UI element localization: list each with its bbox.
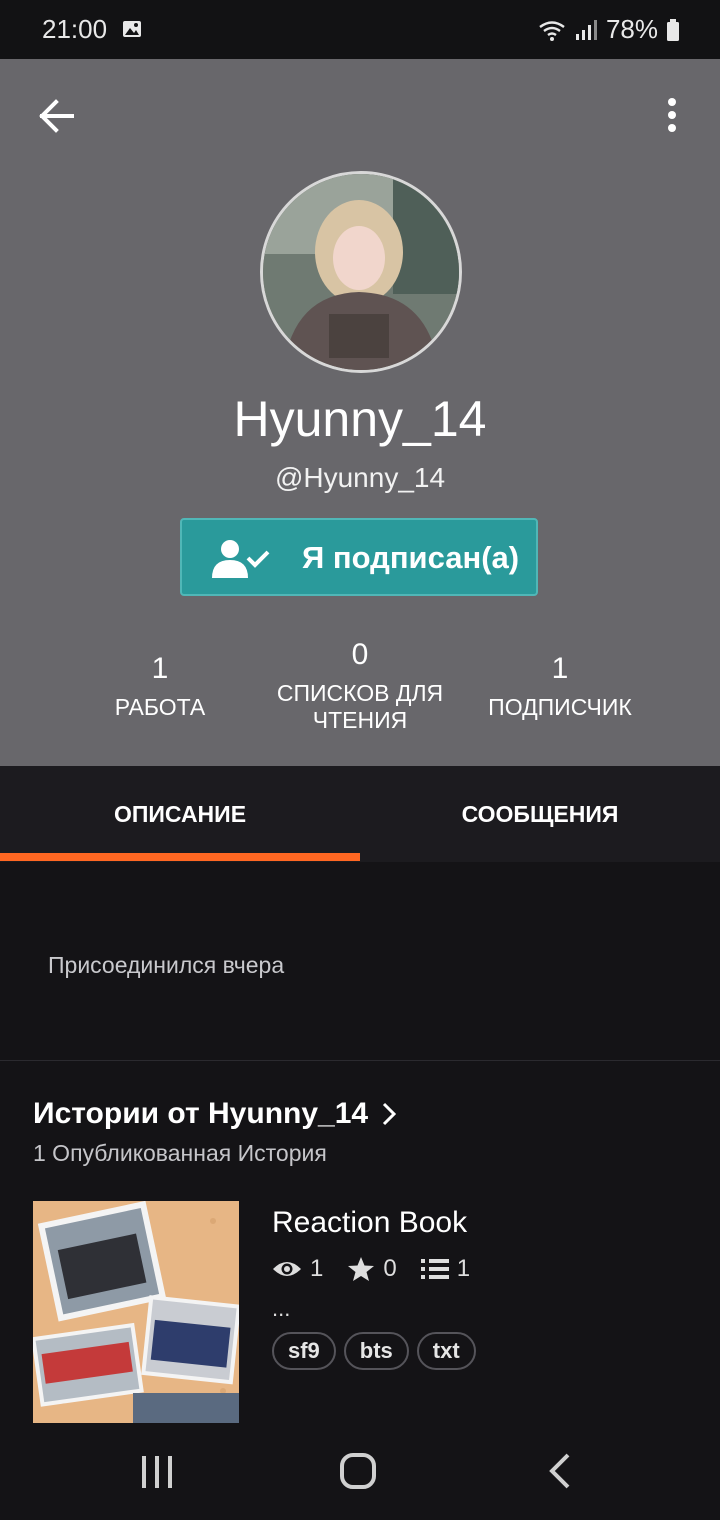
story-reads-count: 1	[310, 1255, 324, 1282]
profile-username: @Hyunny_14	[274, 462, 446, 493]
list-icon	[420, 1259, 449, 1279]
tab-messages[interactable]: СООБЩЕНИЯ	[360, 766, 720, 862]
stat-reading-lists-value: 0	[351, 638, 369, 671]
stat-reading-lists[interactable]: 0 СПИСКОВ ДЛЯ ЧТЕНИЯ	[260, 638, 460, 734]
status-bar: 21:00 78%	[0, 0, 720, 59]
nav-back-icon[interactable]	[546, 1452, 572, 1490]
tab-about[interactable]: ОПИСАНИЕ	[0, 766, 360, 862]
eye-icon	[273, 1262, 301, 1276]
stories-count: 1 Опубликованная История	[33, 1140, 327, 1166]
tag-chip[interactable]: sf9	[272, 1332, 336, 1370]
back-arrow-icon[interactable]	[36, 96, 80, 136]
story-title[interactable]: Reaction Book	[272, 1206, 467, 1240]
user-check-icon	[212, 540, 270, 578]
profile-display-name: Hyunny_14	[233, 391, 487, 447]
gallery-icon	[123, 21, 141, 37]
avatar	[260, 171, 462, 373]
recent-apps-icon[interactable]	[138, 1454, 176, 1490]
stories-title: Истории от Hyunny_14	[33, 1097, 369, 1130]
status-right: 78%	[538, 14, 680, 45]
stat-works[interactable]: 1 РАБОТА	[100, 652, 220, 721]
stat-followers[interactable]: 1 ПОДПИСЧИК	[470, 652, 650, 721]
story-cover[interactable]	[33, 1201, 239, 1423]
tag-chip[interactable]: bts	[343, 1332, 409, 1370]
status-time: 21:00	[42, 14, 108, 44]
following-button[interactable]: Я подписан(а)	[180, 518, 538, 596]
divider	[0, 1060, 720, 1061]
stat-reading-lists-label-1: СПИСКОВ ДЛЯ	[276, 680, 444, 706]
joined-text: Присоединился вчера	[48, 952, 285, 978]
stat-works-value: 1	[151, 652, 169, 685]
profile-stats: 1 РАБОТА 0 СПИСКОВ ДЛЯ ЧТЕНИЯ 1 ПОДПИСЧИ…	[0, 630, 720, 740]
stories-header[interactable]: Истории от Hyunny_14	[33, 1097, 397, 1131]
battery-percent: 78%	[605, 14, 658, 44]
story-parts-count: 1	[456, 1255, 471, 1282]
story-votes: 0	[347, 1255, 397, 1283]
stat-reading-lists-label-2: ЧТЕНИЯ	[312, 707, 408, 733]
story-reads: 1	[272, 1255, 323, 1283]
stat-followers-value: 1	[551, 652, 569, 685]
story-stats: 1 0 1	[272, 1255, 484, 1283]
active-tab-indicator	[0, 853, 360, 861]
story-parts: 1	[420, 1255, 471, 1283]
profile-tabs: ОПИСАНИЕ СООБЩЕНИЯ	[0, 766, 720, 862]
story-description: ...	[272, 1296, 291, 1321]
story-tags: sf9 bts txt	[272, 1332, 476, 1370]
stat-works-label: РАБОТА	[114, 694, 206, 720]
battery-icon	[667, 18, 679, 41]
wifi-icon	[539, 20, 565, 41]
home-icon[interactable]	[339, 1452, 377, 1490]
stat-followers-label: ПОДПИСЧИК	[488, 694, 632, 720]
more-vert-icon[interactable]	[660, 96, 684, 136]
system-nav-bar	[0, 1424, 720, 1520]
tag-chip[interactable]: txt	[416, 1332, 476, 1370]
following-button-label: Я подписан(а)	[302, 540, 520, 575]
signal-icon	[575, 19, 597, 40]
chevron-right-icon	[383, 1102, 397, 1126]
story-votes-count: 0	[383, 1255, 397, 1282]
star-icon	[348, 1257, 375, 1281]
